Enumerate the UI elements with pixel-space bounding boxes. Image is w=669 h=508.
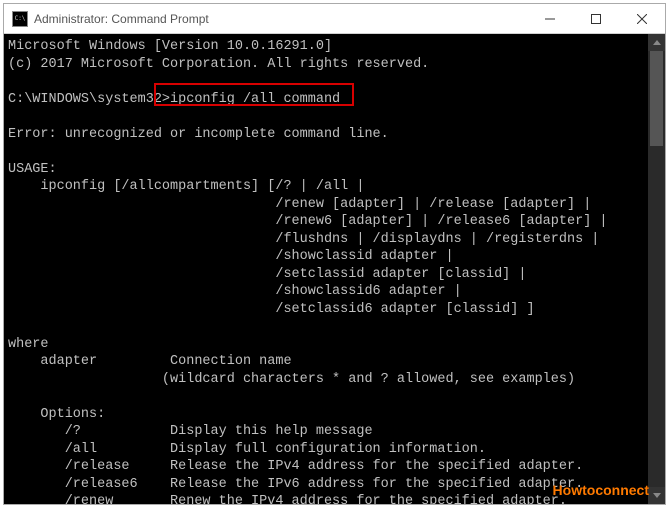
usage-line: ipconfig [/allcompartments] [/? | /all | [8, 179, 364, 194]
adapter-line: (wildcard characters * and ? allowed, se… [8, 372, 575, 387]
usage-header: USAGE: [8, 162, 57, 177]
typed-command: ipconfig /all command [170, 92, 340, 107]
titlebar[interactable]: Administrator: Command Prompt [4, 4, 665, 34]
vertical-scrollbar[interactable] [648, 34, 665, 504]
usage-line: /showclassid adapter | [8, 249, 454, 264]
usage-line: /setclassid6 adapter [classid] ] [8, 302, 535, 317]
option-line: /release6 Release the IPv6 address for t… [8, 477, 583, 492]
window: Administrator: Command Prompt Microsoft … [3, 3, 666, 505]
option-line: /? Display this help message [8, 424, 373, 439]
usage-line: /flushdns | /displaydns | /registerdns | [8, 232, 599, 247]
terminal[interactable]: Microsoft Windows [Version 10.0.16291.0]… [4, 34, 648, 504]
option-line: /release Release the IPv4 address for th… [8, 459, 583, 474]
terminal-area: Microsoft Windows [Version 10.0.16291.0]… [4, 34, 665, 504]
scroll-thumb[interactable] [650, 51, 663, 146]
window-title: Administrator: Command Prompt [34, 12, 209, 26]
error-line: Error: unrecognized or incomplete comman… [8, 127, 389, 142]
where-header: where [8, 337, 49, 352]
option-line: /renew Renew the IPv4 address for the sp… [8, 494, 567, 504]
maximize-button[interactable] [573, 4, 619, 33]
adapter-line: adapter Connection name [8, 354, 292, 369]
line-version: Microsoft Windows [Version 10.0.16291.0] [8, 39, 332, 54]
minimize-button[interactable] [527, 4, 573, 33]
scroll-down-button[interactable] [648, 487, 665, 504]
usage-line: /renew [adapter] | /release [adapter] | [8, 197, 591, 212]
line-copyright: (c) 2017 Microsoft Corporation. All righ… [8, 57, 429, 72]
usage-line: /renew6 [adapter] | /release6 [adapter] … [8, 214, 608, 229]
usage-line: /showclassid6 adapter | [8, 284, 462, 299]
cmd-icon [12, 11, 28, 27]
close-button[interactable] [619, 4, 665, 33]
prompt: C:\WINDOWS\system32> [8, 92, 170, 107]
options-header: Options: [8, 407, 105, 422]
window-controls [527, 4, 665, 33]
scroll-up-button[interactable] [648, 34, 665, 51]
option-line: /all Display full configuration informat… [8, 442, 486, 457]
usage-line: /setclassid adapter [classid] | [8, 267, 526, 282]
